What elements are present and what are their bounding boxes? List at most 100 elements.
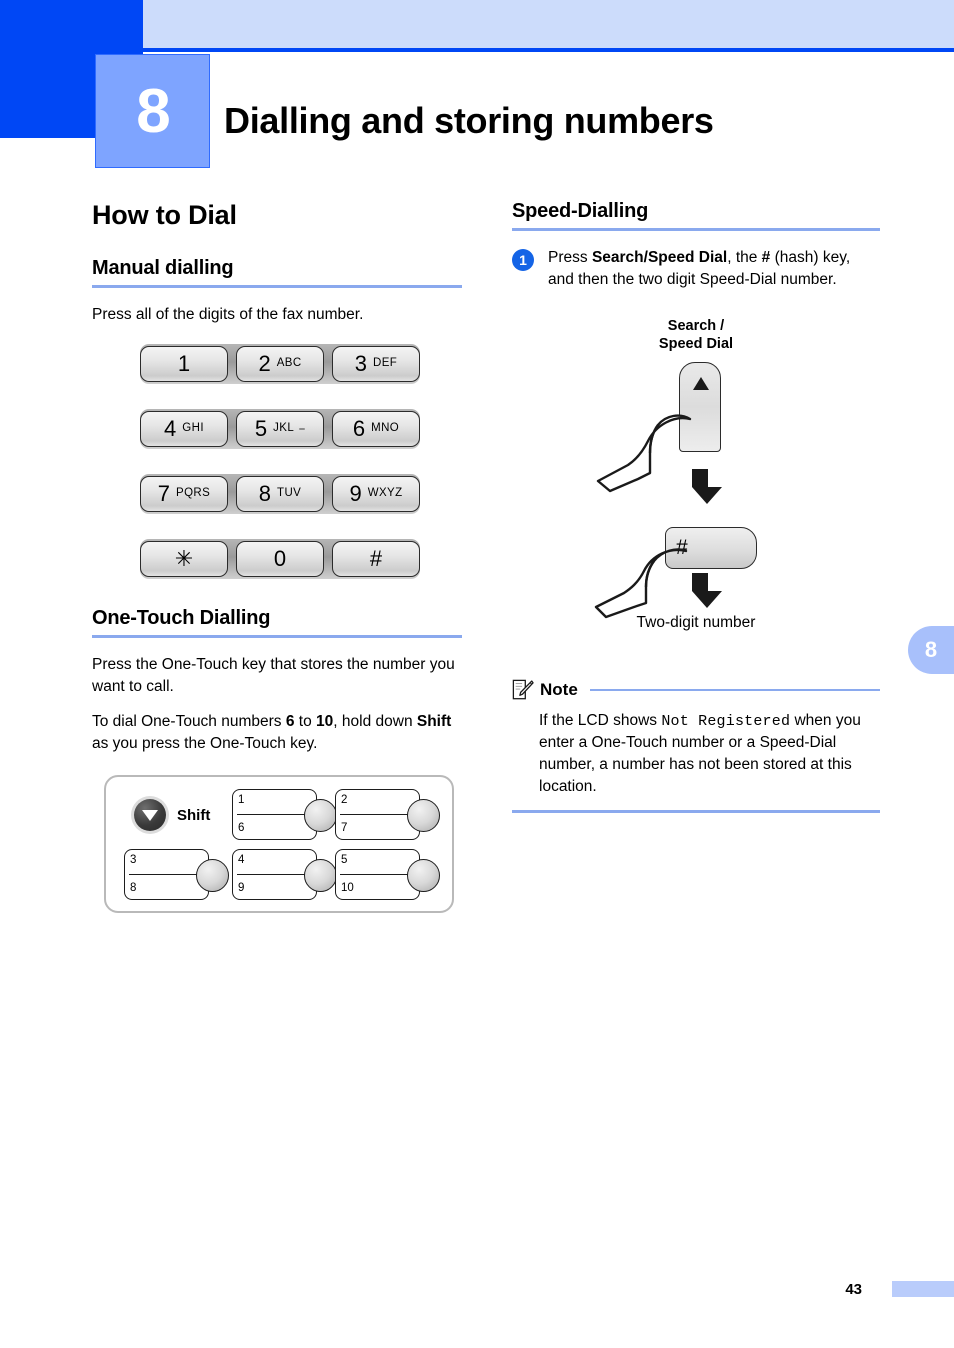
dialpad-key-hash: # xyxy=(332,541,420,577)
dialpad-key-letters: JKL xyxy=(273,422,295,435)
tactile-marker-icon xyxy=(299,428,306,430)
one-touch-key-bottom-number: 9 xyxy=(238,881,245,894)
one-touch-key-top-number: 3 xyxy=(130,854,137,866)
pointing-hand-icon xyxy=(594,548,688,619)
note-title: Note xyxy=(540,680,578,699)
text-bold-shift: Shift xyxy=(416,713,452,730)
dialpad-key-8: 8 TUV xyxy=(236,476,324,512)
text-fragment: Press xyxy=(548,249,592,266)
arrow-down-icon-1 xyxy=(692,469,722,504)
step-item-1: 1 Press Search/Speed Dial, the # (hash) … xyxy=(512,247,880,291)
dialpad-key-number: 7 xyxy=(157,481,171,506)
arrow-body xyxy=(692,573,722,608)
dialpad-key-1: 1 xyxy=(140,346,228,382)
one-touch-knob-4-9 xyxy=(304,859,337,892)
dialpad-key-number: 5 xyxy=(254,416,268,441)
triangle-down-icon xyxy=(142,809,158,821)
left-column: How to Dial Manual dialling Press all of… xyxy=(92,200,462,913)
one-touch-key-top-number: 2 xyxy=(341,794,348,806)
step-text: Press Search/Speed Dial, the # (hash) ke… xyxy=(548,247,880,291)
arrow-head xyxy=(692,487,722,504)
dialpad-row: 4 GHI 5 JKL 6 MNO xyxy=(140,409,420,449)
one-touch-key-divider xyxy=(340,814,413,816)
manual-dialling-paragraph: Press all of the digits of the fax numbe… xyxy=(92,306,364,323)
footer-color-block xyxy=(892,1281,954,1297)
text-bold-hash: # xyxy=(761,249,771,266)
subheading-rule xyxy=(92,285,462,288)
pointing-hand-icon xyxy=(596,414,692,493)
dialpad-row: 7 PQRS 8 TUV 9 WXYZ xyxy=(140,474,420,514)
triangle-up-icon xyxy=(693,377,709,390)
one-touch-key-divider xyxy=(237,814,310,816)
subheading-rule xyxy=(512,228,880,231)
note-footer-rule xyxy=(512,810,880,813)
shift-label: Shift xyxy=(177,806,211,824)
note-body: If the LCD shows Not Registered when you… xyxy=(539,710,880,798)
text-fragment: , the xyxy=(727,249,762,266)
figure-caption-line-1: Search / xyxy=(667,318,725,334)
text-fragment: as you press the One-Touch key. xyxy=(92,735,318,752)
arrow-head xyxy=(692,591,722,608)
dialpad-key-number: 1 xyxy=(177,351,191,376)
one-touch-key-bottom-number: 7 xyxy=(341,821,348,834)
subheading-one-touch-dialling: One-Touch Dialling xyxy=(92,607,271,629)
one-touch-key-divider xyxy=(340,874,413,876)
dialpad-figure: 1 2 ABC 3 DEF 4 GHI 5 JKL 6 MNO 7 PQRS 8… xyxy=(140,344,420,579)
one-touch-knob-2-7 xyxy=(407,799,440,832)
one-touch-knob-3-8 xyxy=(196,859,229,892)
one-touch-panel-figure: Shift 1 6 2 7 3 8 4 9 5 10 xyxy=(104,775,454,913)
dialpad-key-letters: DEF xyxy=(373,357,398,370)
figure-caption-top: Search / Speed Dial xyxy=(512,317,880,353)
note-header: Note xyxy=(512,679,880,701)
header-blue-rule xyxy=(143,48,954,52)
dialpad-key-letters: MNO xyxy=(371,422,400,435)
one-touch-paragraph-1: Press the One-Touch key that stores the … xyxy=(92,656,455,695)
dialpad-key-number: 0 xyxy=(273,546,287,571)
one-touch-key-top-number: 4 xyxy=(238,854,245,866)
dialpad-row: ✳ 0 # xyxy=(140,539,420,579)
dialpad-key-6: 6 MNO xyxy=(332,411,420,447)
one-touch-key-bottom-number: 10 xyxy=(341,881,354,894)
figure-caption-bottom: Two-digit number xyxy=(636,614,756,631)
one-touch-key-bottom-number: 8 xyxy=(130,881,137,894)
dialpad-key-number: 8 xyxy=(258,481,272,506)
text-bold-10: 10 xyxy=(316,713,334,730)
dialpad-key-0: 0 xyxy=(236,541,324,577)
arrow-body xyxy=(692,469,722,504)
header-light-band xyxy=(143,0,954,48)
one-touch-key-bottom-number: 6 xyxy=(238,821,245,834)
note-pencil-icon xyxy=(512,679,534,700)
one-touch-key-top-number: 1 xyxy=(238,794,245,806)
dialpad-key-letters: TUV xyxy=(277,487,302,500)
note-header-rule xyxy=(589,688,880,692)
dialpad-key-letters: ABC xyxy=(276,357,302,370)
text-fragment: To dial One-Touch numbers xyxy=(92,713,286,730)
dialpad-key-asterisk: ✳ xyxy=(140,541,228,577)
page-number: 43 xyxy=(845,1281,862,1298)
text-fragment: to xyxy=(294,713,317,730)
arrow-down-icon-2 xyxy=(692,573,722,608)
arrow-stem xyxy=(692,469,708,487)
dialpad-key-letters: GHI xyxy=(182,422,204,435)
dialpad-key-number: 9 xyxy=(349,481,362,506)
one-touch-knob-1-6 xyxy=(304,799,337,832)
arrow-stem xyxy=(692,573,708,591)
text-fragment: , hold down xyxy=(333,713,417,730)
section-heading-how-to-dial: How to Dial xyxy=(92,200,237,230)
dialpad-key-7: 7 PQRS xyxy=(140,476,228,512)
dialpad-key-number: ✳ xyxy=(174,546,194,571)
step-number-badge: 1 xyxy=(512,249,534,271)
dialpad-row: 1 2 ABC 3 DEF xyxy=(140,344,420,384)
one-touch-key-divider xyxy=(237,874,310,876)
shift-button xyxy=(134,799,166,831)
page-title: Dialling and storing numbers xyxy=(224,100,714,142)
shift-key-group: Shift xyxy=(134,799,210,831)
dialpad-key-letters: PQRS xyxy=(176,487,211,500)
right-column: Speed-Dialling 1 Press Search/Speed Dial… xyxy=(512,200,880,813)
speed-dial-figure: Search / Speed Dial # Two-digit number xyxy=(512,317,880,647)
dialpad-key-number: 4 xyxy=(164,416,177,441)
one-touch-knob-5-10 xyxy=(407,859,440,892)
dialpad-key-number: 6 xyxy=(352,416,366,441)
dialpad-key-number: 3 xyxy=(354,351,368,376)
figure-caption-line-2: Speed Dial xyxy=(658,336,734,353)
